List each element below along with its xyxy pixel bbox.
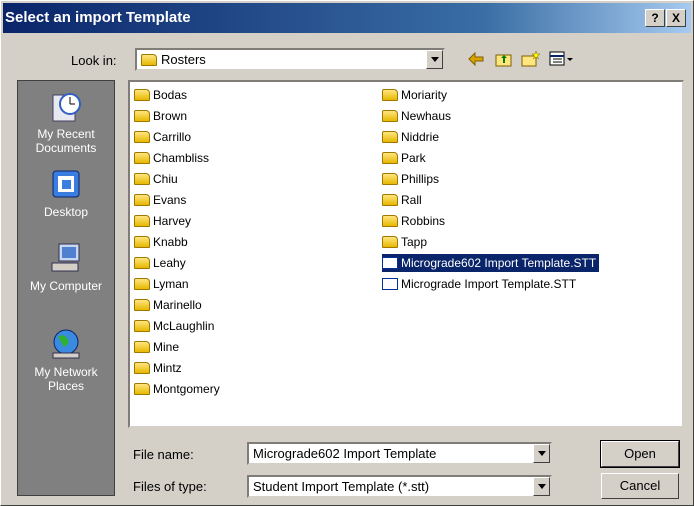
list-item[interactable]: Marinello xyxy=(134,296,202,314)
recent-documents-icon xyxy=(49,89,83,123)
folder-icon xyxy=(382,215,398,227)
import-template-dialog: Select an import Template ? X Look in: R… xyxy=(0,0,694,506)
folder-icon xyxy=(382,89,398,101)
folder-icon xyxy=(134,299,150,311)
list-item[interactable]: Phillips xyxy=(382,170,439,188)
folder-icon xyxy=(134,152,150,164)
list-item-selected[interactable]: Micrograde602 Import Template.STT xyxy=(382,254,600,272)
list-item[interactable]: Mine xyxy=(134,338,179,356)
places-bar: My Recent Documents Desktop My Computer … xyxy=(17,80,115,496)
place-label: My Network Places xyxy=(34,365,98,393)
list-item[interactable]: Chiu xyxy=(134,170,178,188)
chevron-down-icon[interactable] xyxy=(533,477,550,496)
template-file-icon xyxy=(382,278,398,290)
list-item[interactable]: Mintz xyxy=(134,359,182,377)
place-my-recent-documents[interactable]: My Recent Documents xyxy=(18,89,114,155)
chevron-down-icon[interactable] xyxy=(426,50,443,69)
folder-icon xyxy=(134,110,150,122)
folder-icon xyxy=(134,383,150,395)
folder-icon xyxy=(382,152,398,164)
place-desktop[interactable]: Desktop xyxy=(18,167,114,219)
folder-icon xyxy=(382,236,398,248)
close-button[interactable]: X xyxy=(666,9,686,27)
place-label: Desktop xyxy=(43,205,89,219)
file-name-label: File name: xyxy=(133,447,194,462)
file-list[interactable]: Bodas Brown Carrillo Chambliss Chiu Evan… xyxy=(128,80,684,428)
chevron-down-icon[interactable] xyxy=(533,444,550,463)
list-item[interactable]: Carrillo xyxy=(134,128,191,146)
template-file-icon xyxy=(382,257,398,269)
place-label: My Recent Documents xyxy=(35,127,97,155)
help-button[interactable]: ? xyxy=(645,9,665,27)
list-item[interactable]: Chambliss xyxy=(134,149,209,167)
folder-icon xyxy=(382,173,398,185)
list-item[interactable]: Montgomery xyxy=(134,380,220,398)
file-type-label: Files of type: xyxy=(133,479,207,494)
folder-icon xyxy=(382,131,398,143)
list-item[interactable]: Park xyxy=(382,149,426,167)
list-item[interactable]: Robbins xyxy=(382,212,445,230)
place-my-computer[interactable]: My Computer xyxy=(18,241,114,293)
list-item[interactable]: Harvey xyxy=(134,212,191,230)
back-icon[interactable] xyxy=(467,50,485,68)
list-item[interactable]: Evans xyxy=(134,191,186,209)
dialog-title: Select an import Template xyxy=(5,9,191,26)
look-in-label: Look in: xyxy=(71,53,117,68)
list-item[interactable]: Moriarity xyxy=(382,86,447,104)
list-item[interactable]: Lyman xyxy=(134,275,189,293)
open-button[interactable]: Open xyxy=(600,440,680,468)
folder-icon xyxy=(134,236,150,248)
folder-icon xyxy=(134,320,150,332)
folder-icon xyxy=(134,89,150,101)
folder-icon xyxy=(141,54,157,66)
list-item[interactable]: Bodas xyxy=(134,86,187,104)
list-item[interactable]: Rall xyxy=(382,191,422,209)
file-name-field[interactable]: Micrograde602 Import Template xyxy=(247,442,552,465)
desktop-icon xyxy=(49,167,83,201)
list-item[interactable]: Knabb xyxy=(134,233,188,251)
list-item[interactable]: McLaughlin xyxy=(134,317,214,335)
network-places-icon xyxy=(49,327,83,361)
look-in-value: Rosters xyxy=(161,52,206,67)
folder-icon xyxy=(134,194,150,206)
file-name-value: Micrograde602 Import Template xyxy=(253,446,437,461)
cancel-button[interactable]: Cancel xyxy=(601,473,679,499)
file-type-value: Student Import Template (*.stt) xyxy=(253,479,430,494)
folder-icon xyxy=(134,362,150,374)
folder-icon xyxy=(382,194,398,206)
folder-icon xyxy=(134,173,150,185)
place-label: My Computer xyxy=(29,279,103,293)
title-bar[interactable]: Select an import Template ? X xyxy=(3,3,691,33)
folder-icon xyxy=(134,131,150,143)
up-one-level-icon[interactable] xyxy=(495,50,513,68)
list-item[interactable]: Niddrie xyxy=(382,128,439,146)
folder-icon xyxy=(134,341,150,353)
my-computer-icon xyxy=(49,241,83,275)
file-type-dropdown[interactable]: Student Import Template (*.stt) xyxy=(247,475,552,498)
list-item[interactable]: Brown xyxy=(134,107,187,125)
folder-icon xyxy=(134,215,150,227)
place-my-network-places[interactable]: My Network Places xyxy=(18,327,114,393)
list-item[interactable]: Newhaus xyxy=(382,107,451,125)
views-menu-icon[interactable] xyxy=(549,50,575,68)
list-item[interactable]: Micrograde Import Template.STT xyxy=(382,275,576,293)
look-in-dropdown[interactable]: Rosters xyxy=(135,48,445,71)
folder-icon xyxy=(134,278,150,290)
folder-icon xyxy=(134,257,150,269)
new-folder-icon[interactable] xyxy=(521,50,541,68)
folder-icon xyxy=(382,110,398,122)
list-item[interactable]: Tapp xyxy=(382,233,427,251)
list-item[interactable]: Leahy xyxy=(134,254,186,272)
